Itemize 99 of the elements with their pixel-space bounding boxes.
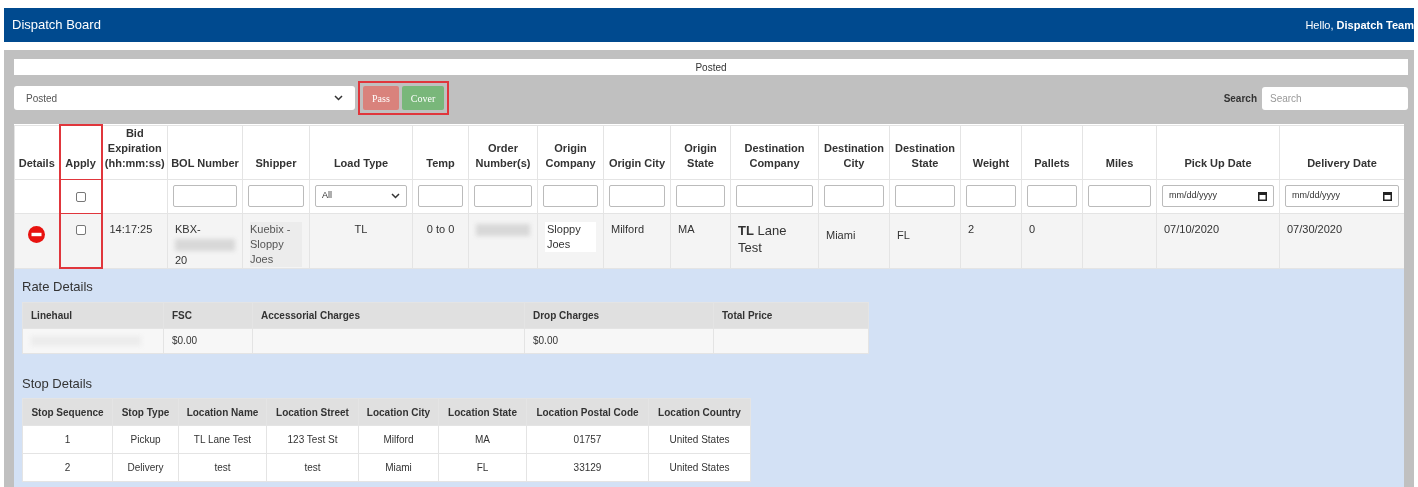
column-header: Origin State bbox=[670, 125, 731, 179]
column-header: Shipper bbox=[242, 125, 310, 179]
table-cell: Delivery bbox=[127, 462, 164, 473]
calendar-icon bbox=[1258, 191, 1267, 201]
table-cell: 07/10/2020 bbox=[1164, 222, 1220, 235]
filter-field[interactable] bbox=[824, 185, 884, 207]
table-cell: 1 bbox=[64, 434, 71, 445]
column-header: Load Type bbox=[309, 125, 413, 179]
column-header: Destination State bbox=[889, 125, 961, 179]
column-header: Origin City bbox=[603, 125, 671, 179]
table-cell: Milford bbox=[611, 222, 644, 235]
status-strip: Posted bbox=[14, 59, 1408, 75]
filter-field[interactable] bbox=[173, 185, 237, 207]
table-cell: 2 bbox=[968, 222, 975, 235]
column-header: Location City bbox=[366, 406, 431, 418]
calendar-icon bbox=[1383, 191, 1392, 201]
table-cell: MA bbox=[678, 222, 695, 235]
column-header: Apply bbox=[59, 125, 102, 179]
table-row[interactable]: 14:17:25 KBX- 20 Kuebix - Sloppy Joes TL 0 to 0 Sloppy Joes Milford MA TL Lane Test Miami FL 2 0 07/10/2020 07/30/2020 bbox=[14, 213, 1404, 268]
table-cell: test bbox=[214, 462, 231, 473]
column-header: Order Number(s) bbox=[468, 125, 538, 179]
column-header: Location Name bbox=[186, 406, 259, 418]
column-header: FSC bbox=[172, 309, 192, 321]
date-field[interactable]: mm/dd/yyyy bbox=[1285, 185, 1399, 207]
table-cell: TL bbox=[354, 222, 368, 235]
filter-field[interactable] bbox=[966, 185, 1016, 207]
table-cell: Milford bbox=[383, 434, 414, 445]
table-cell-text: TL Lane Test bbox=[738, 221, 788, 256]
table-cell: 0 bbox=[1029, 222, 1036, 235]
column-header: Location Street bbox=[276, 406, 349, 418]
table-cell: test bbox=[304, 462, 321, 473]
column-header: Location State bbox=[448, 406, 517, 418]
search-field[interactable]: Search bbox=[1262, 86, 1408, 110]
table-cell: FL bbox=[476, 462, 489, 473]
filter-field[interactable] bbox=[248, 185, 304, 207]
column-header: Details bbox=[14, 125, 60, 179]
table-cell: TL Lane Test bbox=[193, 434, 252, 445]
remove-icon[interactable] bbox=[28, 225, 46, 243]
table-cell: 14:17:25 bbox=[109, 222, 153, 235]
column-header: Stop Type bbox=[121, 406, 170, 418]
checkbox[interactable] bbox=[75, 191, 86, 202]
table-cell: 01757 bbox=[573, 434, 602, 445]
column-header: Stop Sequence bbox=[31, 406, 104, 418]
status-select[interactable]: Posted bbox=[14, 86, 355, 110]
app-title: Dispatch Board bbox=[12, 16, 101, 35]
table-cell: 33129 bbox=[573, 462, 602, 473]
checkbox[interactable] bbox=[75, 224, 86, 235]
table-cell: Kuebix - Sloppy Joes bbox=[250, 221, 302, 267]
table-cell: MA bbox=[475, 434, 490, 445]
filter-field[interactable] bbox=[418, 185, 463, 207]
filter-field[interactable] bbox=[1027, 185, 1077, 207]
caret-icon bbox=[334, 95, 343, 101]
column-header: Location Country bbox=[658, 406, 741, 418]
table-cell: 2 bbox=[64, 462, 71, 473]
column-header: Pick Up Date bbox=[1156, 125, 1280, 179]
filter-field[interactable] bbox=[676, 185, 725, 207]
column-header: Drop Charges bbox=[533, 309, 600, 321]
table-cell: United States bbox=[669, 434, 730, 445]
filter-field[interactable] bbox=[1088, 185, 1151, 207]
table-cell: Miami bbox=[826, 228, 856, 241]
filter-field[interactable] bbox=[543, 185, 598, 207]
date-field[interactable]: mm/dd/yyyy bbox=[1162, 185, 1274, 207]
column-header: Bid Expiration (hh:mm:ss) bbox=[101, 125, 168, 179]
column-header: Miles bbox=[1082, 125, 1157, 179]
caret-icon bbox=[391, 193, 400, 199]
greeting: Hello, Dispatch Team bbox=[1305, 17, 1414, 33]
column-header: Weight bbox=[960, 125, 1022, 179]
table-cell-text: KBX- bbox=[175, 221, 202, 237]
table-cell: 0 to 0 bbox=[426, 222, 455, 235]
table-cell: $0.00 bbox=[533, 335, 559, 346]
redacted-text bbox=[175, 238, 235, 251]
column-header: Destination Company bbox=[730, 125, 819, 179]
column-header: Destination City bbox=[818, 125, 890, 179]
filter-select[interactable]: All bbox=[315, 185, 407, 207]
table-cell: United States bbox=[669, 462, 730, 473]
section-title: Rate Details bbox=[22, 278, 94, 296]
table-cell: Miami bbox=[385, 462, 412, 473]
table-cell-text: 20 bbox=[175, 252, 189, 268]
filter-field[interactable] bbox=[895, 185, 955, 207]
table-cell: 07/30/2020 bbox=[1287, 222, 1343, 235]
column-header: Location Postal Code bbox=[536, 406, 639, 418]
redacted-text bbox=[476, 223, 530, 236]
table-cell: FL bbox=[897, 228, 910, 241]
column-header: Origin Company bbox=[537, 125, 604, 179]
column-header: Accessorial Charges bbox=[261, 309, 360, 321]
column-header: Temp bbox=[412, 125, 469, 179]
table-cell: $0.00 bbox=[172, 335, 198, 346]
table-cell: 123 Test St bbox=[287, 434, 338, 445]
filter-field[interactable] bbox=[474, 185, 532, 207]
column-header: Total Price bbox=[722, 309, 773, 321]
section-title: Stop Details bbox=[22, 374, 94, 393]
table-cell: Pickup bbox=[130, 434, 161, 445]
filter-field[interactable] bbox=[736, 185, 813, 207]
column-header: BOL Number bbox=[167, 125, 243, 179]
column-header: Linehaul bbox=[31, 309, 73, 321]
search-label: Search bbox=[1223, 91, 1257, 106]
filter-field[interactable] bbox=[609, 185, 665, 207]
column-header: Pallets bbox=[1021, 125, 1083, 179]
column-header: Delivery Date bbox=[1279, 125, 1404, 179]
